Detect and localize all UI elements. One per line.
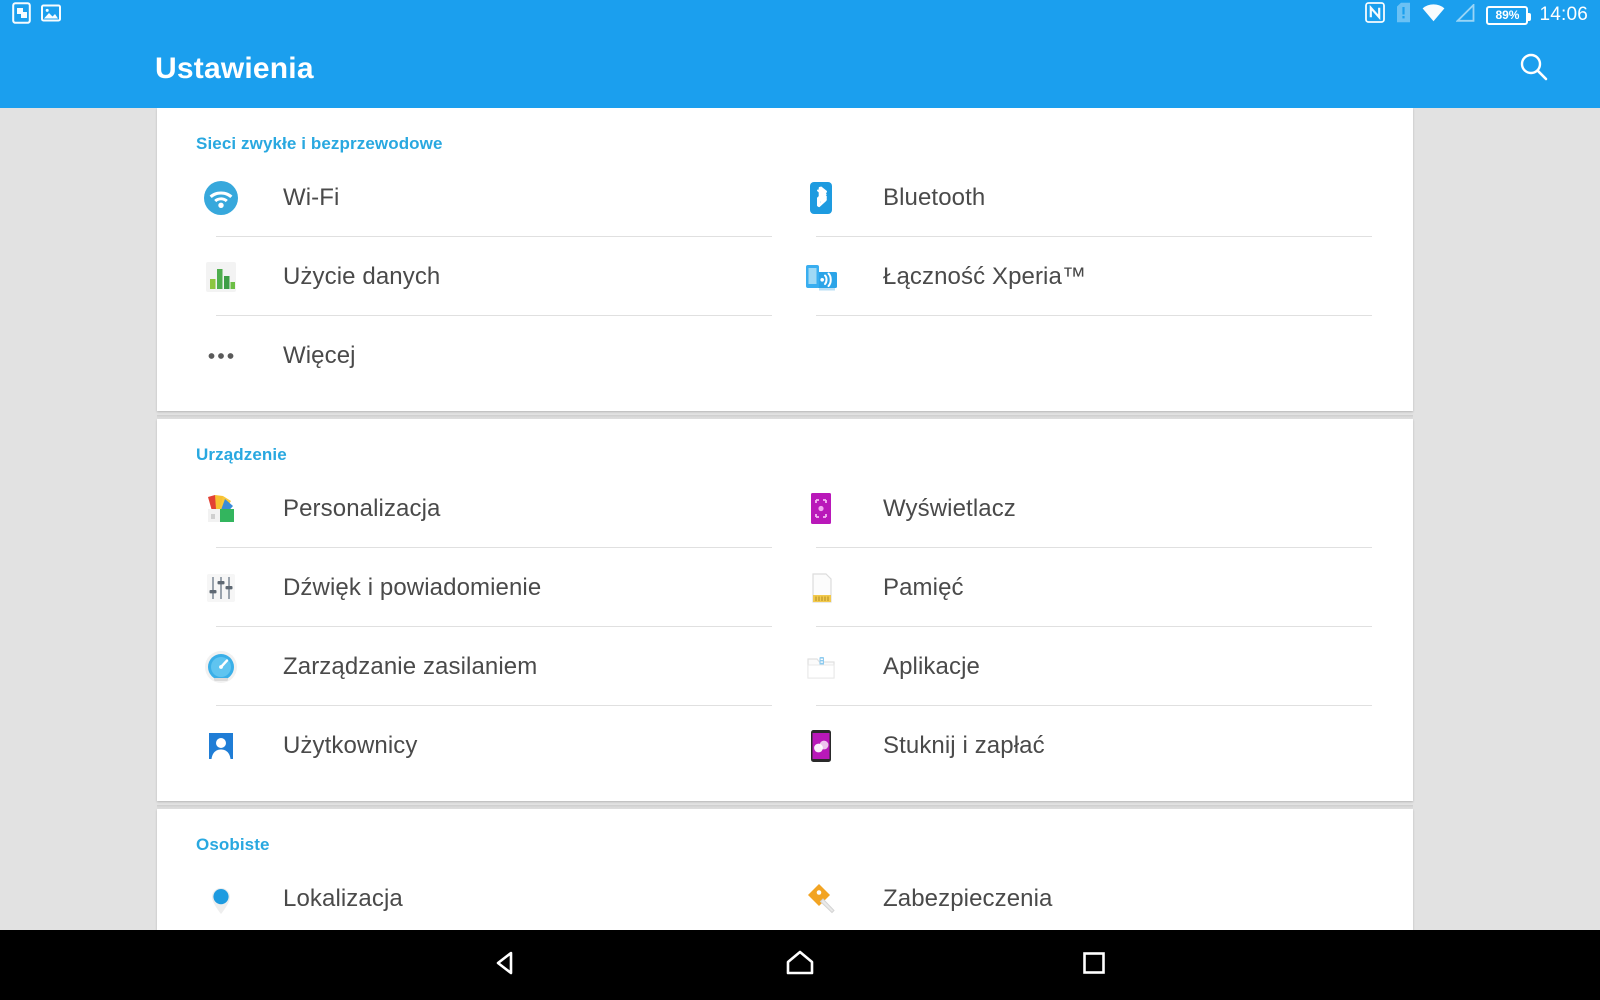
setting-item-users[interactable]: Użytkownicy xyxy=(185,706,785,785)
setting-item-label: Wi-Fi xyxy=(283,183,340,211)
setting-item-label: Lokalizacja xyxy=(283,884,403,912)
setting-item-label: Zabezpieczenia xyxy=(883,884,1053,912)
back-button[interactable] xyxy=(474,938,538,992)
settings-grid-wireless: Wi-Fi Bluetooth Użycie danych Łączność X… xyxy=(157,158,1413,395)
setting-item-xperia-connectivity[interactable]: Łączność Xperia™ xyxy=(785,237,1385,316)
setting-item-label: Użycie danych xyxy=(283,262,441,290)
setting-item-label: Pamięć xyxy=(883,573,964,601)
settings-scroll-container[interactable]: Sieci zwykłe i bezprzewodowe Wi-Fi Bluet… xyxy=(0,108,1600,930)
recents-button[interactable] xyxy=(1062,938,1126,992)
storage-icon xyxy=(797,564,845,612)
settings-card-personal: Osobiste Lokalizacja Zabezpieczenia xyxy=(157,805,1413,930)
setting-item-label: Stuknij i zapłać xyxy=(883,731,1045,759)
sound-notification-icon xyxy=(197,564,245,612)
home-button[interactable] xyxy=(768,938,832,992)
setting-item-label: Wyświetlacz xyxy=(883,494,1016,522)
battery-indicator: 89% xyxy=(1486,5,1532,25)
nfc-icon xyxy=(1365,2,1386,28)
location-icon xyxy=(197,875,245,923)
data-usage-icon xyxy=(197,253,245,301)
search-icon xyxy=(1517,50,1551,89)
status-bar-left-icons xyxy=(12,1,61,29)
setting-item-power-management[interactable]: Zarządzanie zasilaniem xyxy=(185,627,785,706)
section-header-personal: Osobiste xyxy=(196,835,270,854)
wifi-settings-icon xyxy=(197,174,245,222)
xperia-connectivity-icon xyxy=(797,253,845,301)
personalization-icon xyxy=(197,485,245,533)
status-bar-right-icons: 89% 14:06 xyxy=(1365,2,1588,28)
setting-item-storage[interactable]: Pamięć xyxy=(785,548,1385,627)
back-nav-icon xyxy=(491,948,521,983)
more-dots-icon xyxy=(197,332,245,380)
tap-and-pay-icon xyxy=(797,722,845,770)
setting-item-sound-notification[interactable]: Dźwięk i powiadomienie xyxy=(185,548,785,627)
status-bar: 89% 14:06 xyxy=(0,0,1600,30)
setting-item-security[interactable]: Zabezpieczenia xyxy=(785,859,1385,930)
users-icon xyxy=(197,722,245,770)
security-key-icon xyxy=(797,875,845,923)
setting-item-personalization[interactable]: Personalizacja xyxy=(185,469,785,548)
page-title: Ustawienia xyxy=(155,52,314,85)
settings-card-device: Urządzenie Personalizacja Wyświetlacz Dź… xyxy=(157,415,1413,801)
setting-item-location[interactable]: Lokalizacja xyxy=(185,859,785,930)
search-button[interactable] xyxy=(1508,43,1560,95)
wifi-icon xyxy=(1422,3,1445,27)
setting-item-more[interactable]: Więcej xyxy=(185,316,785,395)
settings-grid-personal: Lokalizacja Zabezpieczenia xyxy=(157,859,1413,930)
setting-item-label: Więcej xyxy=(283,341,356,369)
apps-icon xyxy=(797,643,845,691)
setting-item-wifi[interactable]: Wi-Fi xyxy=(185,158,785,237)
setting-item-label: Personalizacja xyxy=(283,494,441,522)
display-icon xyxy=(797,485,845,533)
system-navigation-bar xyxy=(0,930,1600,1000)
status-bar-clock: 14:06 xyxy=(1539,4,1588,25)
setting-item-label: Bluetooth xyxy=(883,183,986,211)
cellular-signal-icon xyxy=(1455,2,1475,27)
setting-item-label: Użytkownicy xyxy=(283,731,418,759)
setting-item-label: Zarządzanie zasilaniem xyxy=(283,652,538,680)
power-management-icon xyxy=(197,643,245,691)
app-bar-actions xyxy=(1508,43,1560,95)
setting-item-label: Aplikacje xyxy=(883,652,980,680)
android-settings-screen: 89% 14:06 Ustawienia Sieci zwykłe i bezp… xyxy=(0,0,1600,1000)
section-header-wireless: Sieci zwykłe i bezprzewodowe xyxy=(196,134,443,153)
setting-item-label: Łączność Xperia™ xyxy=(883,262,1087,290)
setting-item-bluetooth[interactable]: Bluetooth xyxy=(785,158,1385,237)
image-icon xyxy=(41,3,61,28)
app-bar: Ustawienia xyxy=(0,30,1600,108)
settings-card-wireless: Sieci zwykłe i bezprzewodowe Wi-Fi Bluet… xyxy=(157,108,1413,411)
bluetooth-icon xyxy=(797,174,845,222)
section-header-device: Urządzenie xyxy=(196,445,287,464)
settings-grid-device: Personalizacja Wyświetlacz Dźwięk i powi… xyxy=(157,469,1413,785)
battery-percent-label: 89% xyxy=(1495,8,1520,22)
setting-item-apps[interactable]: Aplikacje xyxy=(785,627,1385,706)
recents-nav-icon xyxy=(1080,949,1108,982)
setting-item-label: Dźwięk i powiadomienie xyxy=(283,573,542,601)
sim-alert-icon xyxy=(1396,2,1411,28)
setting-item-display[interactable]: Wyświetlacz xyxy=(785,469,1385,548)
home-nav-icon xyxy=(784,948,816,983)
setting-item-data-usage[interactable]: Użycie danych xyxy=(185,237,785,316)
setting-item-tap-and-pay[interactable]: Stuknij i zapłać xyxy=(785,706,1385,785)
screen-record-icon xyxy=(12,1,31,29)
